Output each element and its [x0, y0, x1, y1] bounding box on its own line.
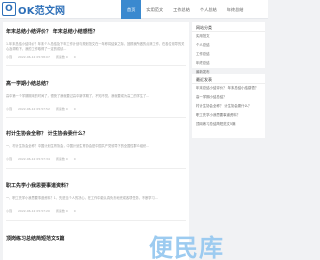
post-author: 小薇: [6, 157, 13, 161]
post-views: 阅读数 0: [55, 157, 68, 161]
post-likes: 0: [73, 157, 76, 161]
top-navigation-bar: O OK范文网 首页 实用范文 工作总结 个人总结 年终总结: [0, 0, 268, 19]
post-item: 职工先学小我思要事道资料？ 一、职工先学小我思要事道资料？1、先进当个人的决心，…: [6, 182, 186, 213]
divider: [6, 220, 186, 221]
sidebar-item[interactable]: 顶岗练习总结简短范文5篇: [192, 120, 265, 129]
logo-text: OK范文网: [18, 5, 66, 17]
nav-item-work-summary[interactable]: 工作总结: [168, 0, 195, 19]
post-likes: 0: [73, 55, 76, 59]
nav-item-year-end[interactable]: 年终总结: [222, 0, 249, 19]
sidebar-item[interactable]: 年末总结小结评价？ 年末总结小结感悟？: [192, 84, 265, 93]
nav-item-personal-summary[interactable]: 个人总结: [195, 0, 222, 19]
post-likes: 0: [73, 209, 76, 213]
post-views: 阅读数 0: [55, 107, 68, 111]
post-excerpt: 高中第一个学期期末的时间了，很快了我就要过高中新学期了，不知不觉，我就要成为高二…: [6, 94, 150, 98]
post-item: 年末总结小结评价？ 年末总结小结感悟？ 1.年末总结小结评价？年末个人总结及下年…: [6, 28, 186, 59]
post-author: 小薇: [6, 55, 13, 59]
post-author: 小薇: [6, 107, 13, 111]
post-date: 2022-06-12 05:58:07: [18, 55, 50, 59]
nav-item-practical[interactable]: 实用范文: [141, 0, 168, 19]
post-title[interactable]: 年末总结小结评价？ 年末总结小结感悟？: [6, 28, 186, 35]
post-date: 2022-06-12 05:57:20: [18, 209, 50, 213]
post-list: 年末总结小结评价？ 年末总结小结感悟？ 1.年末总结小结评价？年末个人总结及下年…: [3, 22, 189, 260]
post-title[interactable]: 高一学期小结总结？: [6, 80, 186, 87]
post-excerpt: 一、村计生协会全称？中国计划生育协会，中国计划生育协会是中国共产党领导下的全国性…: [6, 144, 150, 148]
post-date: 2022-06-12 05:57:52: [18, 107, 50, 111]
sidebar-item[interactable]: 职工先学小我思要事道资料？: [192, 111, 265, 120]
sidebar-heading: 网站分类: [192, 22, 265, 32]
sidebar-categories: 网站分类 实用范文 个人总结 工作总结 年终总结 最新发布: [192, 22, 265, 74]
sidebar-item[interactable]: 实用范文: [192, 32, 265, 41]
sidebar-item[interactable]: 年终总结: [192, 59, 265, 68]
sidebar-heading: 最近发表: [192, 74, 265, 84]
post-title[interactable]: 职工先学小我思要事道资料？: [6, 182, 186, 189]
sidebar-item[interactable]: 工作总结: [192, 50, 265, 59]
post-excerpt: 1.年末总结小结评价？年末个人总结及下年工作计划与规划范文在一年即将结束之际，回…: [6, 42, 185, 51]
post-likes: 0: [73, 107, 76, 111]
post-meta: 小薇 2022-06-12 05:57:52 阅读数 0 0: [6, 107, 186, 111]
post-item: 高一学期小结总结？ 高中第一个学期期末的时间了，很快了我就要过高中新学期了，不知…: [6, 80, 186, 111]
divider: [6, 117, 186, 118]
logo-mark-icon: O: [2, 2, 16, 16]
post-views: 阅读数 0: [55, 209, 68, 213]
post-meta: 小薇 2022-06-12 05:57:34 阅读数 0 0: [6, 157, 186, 161]
post-views: 阅读数 0: [55, 55, 68, 59]
post-excerpt: 一、职工先学小我思要事道资料？1、先进当个人的决心，在工作中能认真负责地完成各项…: [6, 196, 158, 200]
post-item: 村计生协会全称？ 计生协会委什么？ 一、村计生协会全称？中国计划生育协会，中国计…: [6, 130, 186, 161]
site-logo[interactable]: O OK范文网: [2, 1, 65, 17]
nav-item-home[interactable]: 首页: [121, 0, 142, 19]
divider: [6, 168, 186, 169]
post-author: 小薇: [6, 209, 13, 213]
sidebar-item[interactable]: 个人总结: [192, 41, 265, 50]
sidebar-item[interactable]: 高一学期小结总结？: [192, 93, 265, 102]
main-nav: 首页 实用范文 工作总结 个人总结 年终总结: [121, 0, 248, 19]
divider: [6, 65, 186, 66]
watermark-text: 便民库: [149, 234, 224, 260]
sidebar-latest-posts: 最近发表 年末总结小结评价？ 年末总结小结感悟？ 高一学期小结总结？ 村计生协会…: [192, 74, 265, 138]
post-meta: 小薇 2022-06-12 05:57:20 阅读数 0 0: [6, 209, 186, 213]
post-meta: 小薇 2022-06-12 05:58:07 阅读数 0 0: [6, 55, 186, 59]
post-title[interactable]: 村计生协会全称？ 计生协会委什么？: [6, 130, 186, 137]
sidebar-item[interactable]: 村计生协会全称？ 计生协会委什么？: [192, 102, 265, 111]
post-date: 2022-06-12 05:57:34: [18, 157, 50, 161]
